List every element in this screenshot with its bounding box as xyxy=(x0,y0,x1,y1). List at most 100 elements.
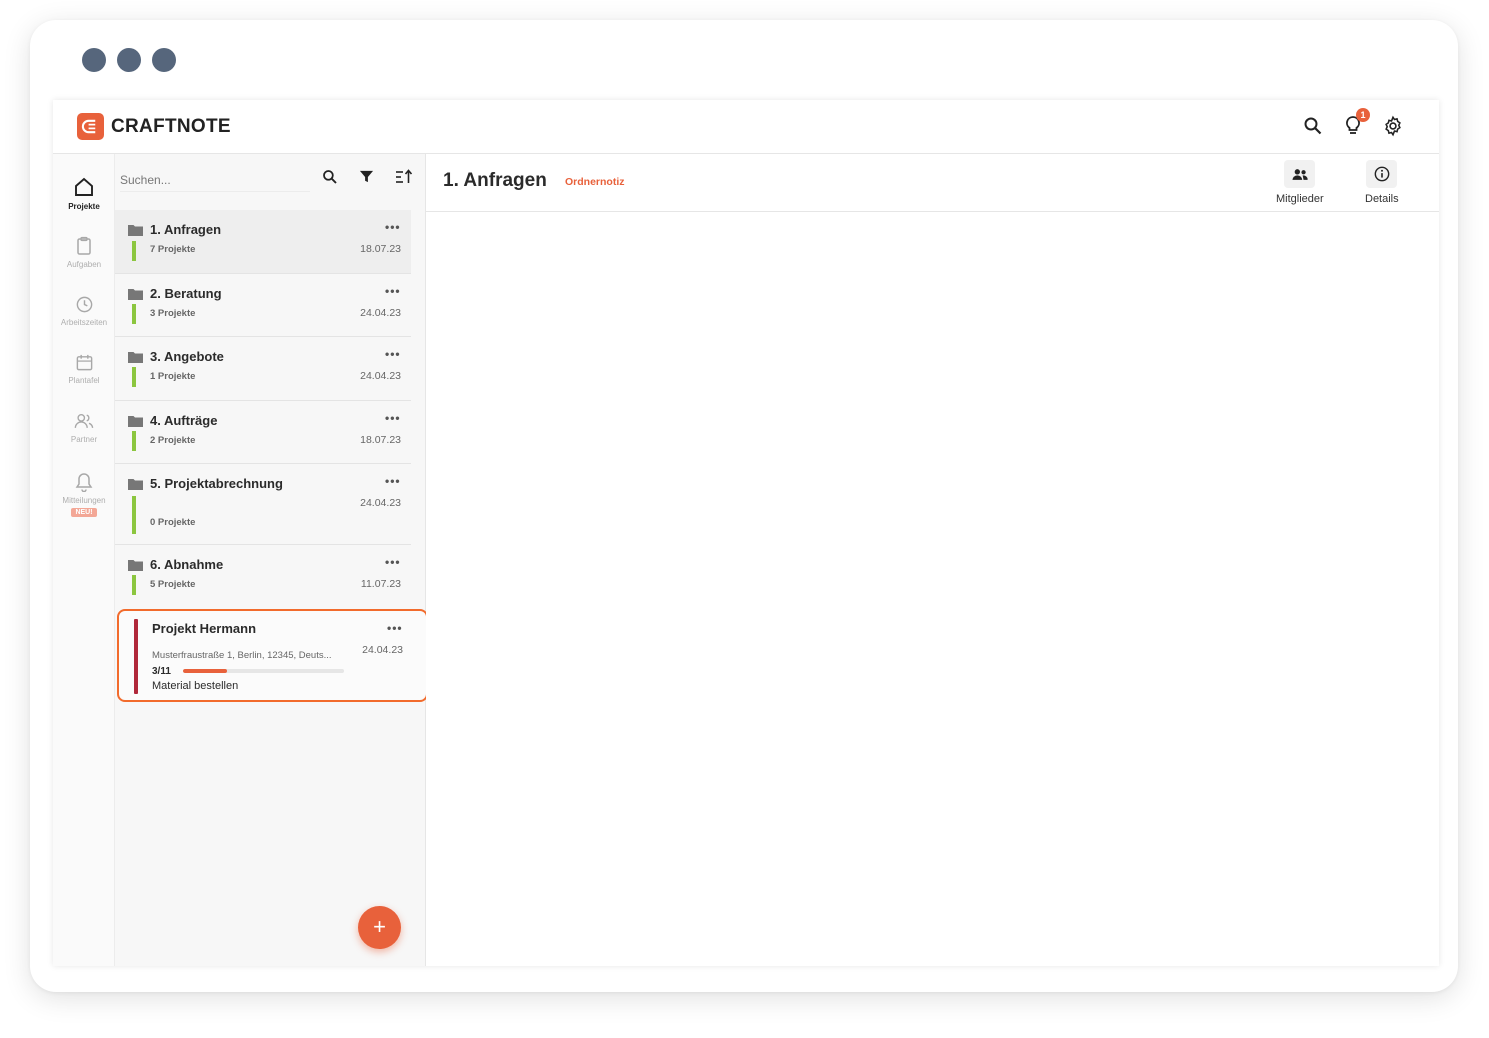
more-button[interactable]: ••• xyxy=(385,411,401,425)
folder-status-bar xyxy=(132,431,136,451)
folder-item[interactable]: 4. Aufträge ••• 2 Projekte 18.07.23 xyxy=(115,401,411,464)
details-button[interactable]: Details xyxy=(1365,160,1399,205)
rail-item-plantafel[interactable]: Plantafel xyxy=(53,353,115,385)
calendar-icon xyxy=(76,354,92,371)
window-dot[interactable] xyxy=(152,48,176,72)
clipboard-icon xyxy=(77,236,91,255)
folder-date: 18.07.23 xyxy=(360,434,401,446)
project-address: Musterfraustraße 1, Berlin, 12345, Deuts… xyxy=(152,650,332,661)
folder-item[interactable]: 2. Beratung ••• 3 Projekte 24.04.23 xyxy=(115,274,411,337)
folder-item[interactable]: 5. Projektabrechnung ••• 0 Projekte 24.0… xyxy=(115,464,411,545)
folder-icon xyxy=(128,289,143,300)
folder-name: 2. Beratung xyxy=(150,286,222,301)
users-icon xyxy=(74,414,94,429)
next-task: Material bestellen xyxy=(152,680,239,692)
folder-date: 24.04.23 xyxy=(360,497,401,509)
more-button[interactable]: ••• xyxy=(385,220,401,234)
home-icon xyxy=(75,177,93,196)
page-title: 1. Anfragen xyxy=(443,170,547,191)
folder-item[interactable]: 3. Angebote ••• 1 Projekte 24.04.23 xyxy=(115,337,411,401)
folder-count: 1 Projekte xyxy=(150,371,196,382)
nav-rail: Projekte Aufgaben Arbeitszeiten Plantafe… xyxy=(53,154,115,966)
members-button[interactable]: Mitglieder xyxy=(1276,160,1324,205)
new-badge: NEU! xyxy=(71,508,97,517)
folder-icon xyxy=(128,560,143,571)
folder-note-link[interactable]: Ordnernotiz xyxy=(565,176,625,188)
rail-item-arbeitszeiten[interactable]: Arbeitszeiten xyxy=(53,295,115,327)
list-search-row xyxy=(115,154,426,210)
window-dot[interactable] xyxy=(82,48,106,72)
folder-count: 3 Projekte xyxy=(150,308,196,319)
more-button[interactable]: ••• xyxy=(385,474,401,488)
project-date: 24.04.23 xyxy=(362,644,403,656)
lightbulb-icon[interactable]: 1 xyxy=(1341,108,1370,138)
filter-icon[interactable] xyxy=(356,166,377,187)
notification-badge: 1 xyxy=(1356,108,1370,122)
details-label: Details xyxy=(1365,193,1399,205)
bell-icon xyxy=(75,473,93,492)
members-icon xyxy=(1284,160,1316,188)
folder-item[interactable]: 1. Anfragen ••• 7 Projekte 18.07.23 xyxy=(115,210,411,274)
folder-status-bar xyxy=(132,575,136,595)
folder-date: 11.07.23 xyxy=(360,578,401,590)
more-button[interactable]: ••• xyxy=(385,284,401,298)
craftnote-logo-icon xyxy=(77,113,104,140)
task-progress-bar xyxy=(183,669,344,673)
more-button[interactable]: ••• xyxy=(385,347,401,361)
list-tools xyxy=(319,166,414,187)
rail-label: Partner xyxy=(70,435,98,444)
rail-item-aufgaben[interactable]: Aufgaben xyxy=(53,236,115,269)
folder-count: 2 Projekte xyxy=(150,435,196,446)
folder-status-bar xyxy=(132,304,136,324)
content-header: 1. Anfragen Ordnernotiz Mitglieder Detai… xyxy=(426,154,1439,212)
search-input[interactable] xyxy=(120,168,310,192)
project-name: Projekt Hermann xyxy=(152,621,257,636)
add-button[interactable]: + xyxy=(358,906,401,949)
rail-label: Mitteilungen xyxy=(62,496,106,505)
folder-icon xyxy=(128,225,143,236)
folder-status-bar xyxy=(132,496,136,534)
rail-item-projekte[interactable]: Projekte xyxy=(53,176,115,211)
window-dot[interactable] xyxy=(117,48,141,72)
folder-name: 6. Abnahme xyxy=(150,557,224,572)
sort-icon[interactable] xyxy=(393,166,414,187)
project-card[interactable]: Projekt Hermann ••• 24.04.23 Musterfraus… xyxy=(117,609,428,702)
rail-label: Aufgaben xyxy=(66,260,102,269)
more-button[interactable]: ••• xyxy=(387,621,403,635)
gear-icon[interactable] xyxy=(1381,114,1405,138)
top-actions: 1 xyxy=(1301,108,1405,138)
window-controls xyxy=(82,48,176,72)
window-frame: CRAFTNOTE 1 Projekte Aufgaben Arbeitszei… xyxy=(30,20,1458,992)
task-progress-fill xyxy=(183,669,227,673)
folder-icon xyxy=(128,352,143,363)
folder-list-panel: 1. Anfragen ••• 7 Projekte 18.07.23 2. B… xyxy=(115,154,428,966)
folder-count: 7 Projekte xyxy=(150,244,196,255)
rail-item-mitteilungen[interactable]: Mitteilungen NEU! xyxy=(53,472,115,517)
rail-label: Plantafel xyxy=(68,376,100,385)
project-status-bar xyxy=(134,619,138,694)
folder-date: 24.04.23 xyxy=(360,370,401,382)
main-content: 1. Anfragen Ordnernotiz Mitglieder Detai… xyxy=(426,154,1439,966)
rail-item-partner[interactable]: Partner xyxy=(53,412,115,444)
clock-icon xyxy=(76,296,92,313)
folder-icon xyxy=(128,416,143,427)
folder-status-bar xyxy=(132,241,136,261)
folder-name: 5. Projektabrechnung xyxy=(150,476,283,491)
task-progress-label: 3/11 xyxy=(152,666,171,677)
folder-name: 1. Anfragen xyxy=(150,222,222,237)
rail-label: Arbeitszeiten xyxy=(60,318,108,327)
members-label: Mitglieder xyxy=(1276,193,1324,205)
folder-icon xyxy=(128,479,143,490)
search-icon[interactable] xyxy=(319,166,340,187)
more-button[interactable]: ••• xyxy=(385,555,401,569)
search-icon[interactable] xyxy=(1301,114,1325,138)
folder-name: 4. Aufträge xyxy=(150,413,218,428)
info-icon xyxy=(1366,160,1398,188)
folder-date: 24.04.23 xyxy=(360,307,401,319)
logo[interactable]: CRAFTNOTE xyxy=(77,113,231,140)
brand-name: CRAFTNOTE xyxy=(111,115,231,137)
folder-status-bar xyxy=(132,367,136,387)
folder-count: 5 Projekte xyxy=(150,579,196,590)
app-window: CRAFTNOTE 1 Projekte Aufgaben Arbeitszei… xyxy=(53,100,1439,966)
folder-item[interactable]: 6. Abnahme ••• 5 Projekte 11.07.23 xyxy=(115,545,411,608)
